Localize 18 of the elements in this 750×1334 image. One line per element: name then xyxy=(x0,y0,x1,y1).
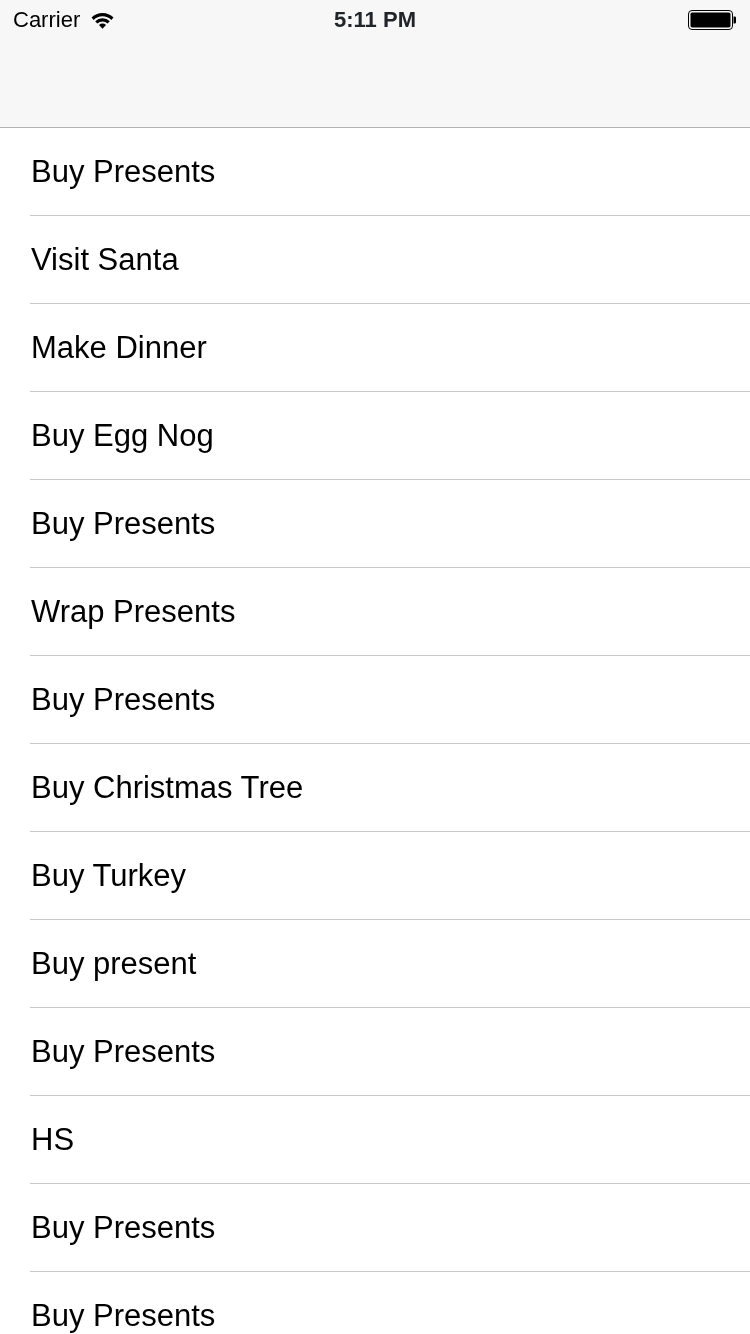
task-row[interactable]: HS xyxy=(30,1096,750,1184)
task-row[interactable]: Buy Christmas Tree xyxy=(30,744,750,832)
carrier-label: Carrier xyxy=(13,6,81,34)
status-time: 5:11 PM xyxy=(334,7,416,32)
task-row[interactable]: Buy Presents xyxy=(30,656,750,744)
task-row[interactable]: Buy Presents xyxy=(30,1008,750,1096)
task-row[interactable]: Buy Presents xyxy=(30,480,750,568)
task-row[interactable]: Buy Egg Nog xyxy=(30,392,750,480)
task-row[interactable]: Buy Presents xyxy=(30,1184,750,1272)
task-row[interactable]: Wrap Presents xyxy=(30,568,750,656)
task-row[interactable]: Buy Turkey xyxy=(30,832,750,920)
task-row[interactable]: Buy Presents xyxy=(30,1272,750,1334)
task-row[interactable]: Buy Presents xyxy=(30,128,750,216)
task-row[interactable]: Visit Santa xyxy=(30,216,750,304)
task-row[interactable]: Make Dinner xyxy=(30,304,750,392)
task-row[interactable]: Buy present xyxy=(30,920,750,1008)
battery-icon xyxy=(688,10,736,30)
wifi-icon xyxy=(91,11,115,29)
